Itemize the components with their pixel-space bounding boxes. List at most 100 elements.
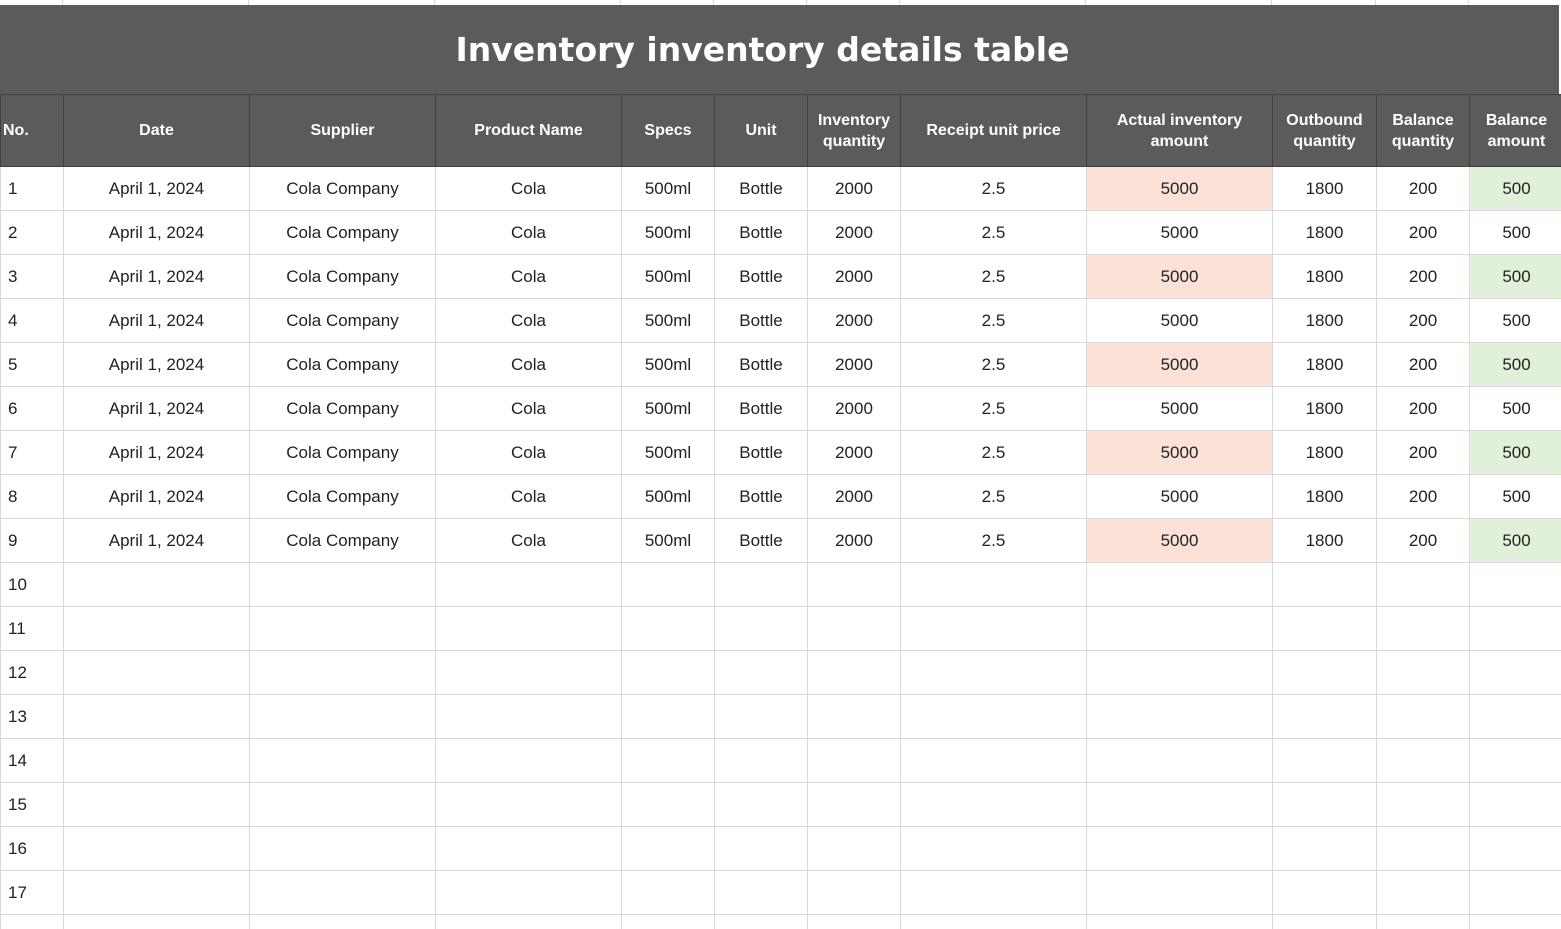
cell-outbound-quantity[interactable]: 1800 bbox=[1272, 342, 1377, 387]
cell-specs[interactable] bbox=[621, 606, 715, 651]
cell-product-name[interactable] bbox=[435, 782, 622, 827]
cell-receipt-unit-price[interactable]: 2.5 bbox=[900, 166, 1087, 211]
cell-no[interactable]: 2 bbox=[0, 210, 64, 255]
cell-receipt-unit-price[interactable] bbox=[900, 738, 1087, 783]
cell-balance-amount[interactable] bbox=[1469, 694, 1561, 739]
cell-receipt-unit-price[interactable] bbox=[900, 694, 1087, 739]
cell-inventory-quantity[interactable]: 2000 bbox=[807, 254, 901, 299]
cell-product-name[interactable]: Cola bbox=[435, 386, 622, 431]
cell-supplier[interactable]: Cola Company bbox=[249, 474, 436, 519]
cell-balance-quantity[interactable]: 200 bbox=[1376, 298, 1470, 343]
cell-actual-inventory-amount[interactable] bbox=[1086, 650, 1273, 695]
cell-receipt-unit-price[interactable]: 2.5 bbox=[900, 254, 1087, 299]
cell-date[interactable] bbox=[63, 650, 250, 695]
cell-no[interactable]: 12 bbox=[0, 650, 64, 695]
cell-supplier[interactable] bbox=[249, 870, 436, 915]
cell-product-name[interactable]: Cola bbox=[435, 474, 622, 519]
cell-no[interactable]: 6 bbox=[0, 386, 64, 431]
cell-product-name[interactable]: Cola bbox=[435, 210, 622, 255]
cell-no[interactable]: 11 bbox=[0, 606, 64, 651]
cell-balance-amount[interactable]: 500 bbox=[1469, 386, 1561, 431]
cell-date[interactable]: April 1, 2024 bbox=[63, 386, 250, 431]
cell-receipt-unit-price[interactable]: 2.5 bbox=[900, 518, 1087, 563]
cell-product-name[interactable]: Cola bbox=[435, 342, 622, 387]
cell-supplier[interactable] bbox=[249, 782, 436, 827]
cell-product-name[interactable] bbox=[435, 870, 622, 915]
cell-unit[interactable]: Bottle bbox=[714, 166, 808, 211]
cell-balance-amount[interactable] bbox=[1469, 782, 1561, 827]
cell-unit[interactable]: Bottle bbox=[714, 342, 808, 387]
cell-supplier[interactable] bbox=[249, 738, 436, 783]
cell-product-name[interactable]: Cola bbox=[435, 518, 622, 563]
cell-no[interactable]: 7 bbox=[0, 430, 64, 475]
cell-no[interactable]: 4 bbox=[0, 298, 64, 343]
cell-unit[interactable]: Bottle bbox=[714, 518, 808, 563]
cell-actual-inventory-amount[interactable] bbox=[1086, 738, 1273, 783]
cell-unit[interactable]: Bottle bbox=[714, 254, 808, 299]
cell-no[interactable]: 13 bbox=[0, 694, 64, 739]
cell-unit[interactable] bbox=[714, 650, 808, 695]
cell-date[interactable] bbox=[63, 606, 250, 651]
cell-receipt-unit-price[interactable]: 2.5 bbox=[900, 298, 1087, 343]
cell-actual-inventory-amount[interactable]: 5000 bbox=[1086, 210, 1273, 255]
cell-actual-inventory-amount[interactable] bbox=[1086, 782, 1273, 827]
cell-inventory-quantity[interactable]: 2000 bbox=[807, 210, 901, 255]
cell-unit[interactable] bbox=[714, 562, 808, 607]
cell-outbound-quantity[interactable] bbox=[1272, 914, 1377, 929]
cell-balance-quantity[interactable] bbox=[1376, 606, 1470, 651]
cell-supplier[interactable]: Cola Company bbox=[249, 386, 436, 431]
cell-outbound-quantity[interactable]: 1800 bbox=[1272, 386, 1377, 431]
cell-product-name[interactable] bbox=[435, 826, 622, 871]
cell-receipt-unit-price[interactable] bbox=[900, 650, 1087, 695]
cell-specs[interactable]: 500ml bbox=[621, 166, 715, 211]
cell-no[interactable]: 1 bbox=[0, 166, 64, 211]
cell-balance-amount[interactable]: 500 bbox=[1469, 254, 1561, 299]
cell-balance-quantity[interactable]: 200 bbox=[1376, 210, 1470, 255]
cell-outbound-quantity[interactable]: 1800 bbox=[1272, 298, 1377, 343]
cell-balance-quantity[interactable]: 200 bbox=[1376, 166, 1470, 211]
header-outbound-quantity[interactable]: Outbound quantity bbox=[1272, 94, 1377, 167]
cell-balance-amount[interactable] bbox=[1469, 738, 1561, 783]
cell-balance-amount[interactable]: 500 bbox=[1469, 518, 1561, 563]
cell-balance-amount[interactable]: 500 bbox=[1469, 166, 1561, 211]
cell-product-name[interactable] bbox=[435, 562, 622, 607]
header-date[interactable]: Date bbox=[63, 94, 250, 167]
cell-balance-amount[interactable] bbox=[1469, 826, 1561, 871]
cell-specs[interactable]: 500ml bbox=[621, 254, 715, 299]
cell-inventory-quantity[interactable] bbox=[807, 694, 901, 739]
cell-actual-inventory-amount[interactable]: 5000 bbox=[1086, 342, 1273, 387]
cell-unit[interactable] bbox=[714, 738, 808, 783]
cell-inventory-quantity[interactable]: 2000 bbox=[807, 518, 901, 563]
cell-actual-inventory-amount[interactable]: 5000 bbox=[1086, 386, 1273, 431]
cell-outbound-quantity[interactable]: 1800 bbox=[1272, 518, 1377, 563]
cell-outbound-quantity[interactable]: 1800 bbox=[1272, 166, 1377, 211]
cell-inventory-quantity[interactable] bbox=[807, 606, 901, 651]
cell-date[interactable]: April 1, 2024 bbox=[63, 298, 250, 343]
cell-date[interactable]: April 1, 2024 bbox=[63, 518, 250, 563]
cell-supplier[interactable] bbox=[249, 650, 436, 695]
cell-receipt-unit-price[interactable]: 2.5 bbox=[900, 474, 1087, 519]
cell-balance-quantity[interactable] bbox=[1376, 650, 1470, 695]
cell-date[interactable] bbox=[63, 826, 250, 871]
cell-unit[interactable] bbox=[714, 606, 808, 651]
cell-outbound-quantity[interactable] bbox=[1272, 782, 1377, 827]
cell-inventory-quantity[interactable]: 2000 bbox=[807, 342, 901, 387]
cell-supplier[interactable] bbox=[249, 914, 436, 929]
cell-balance-quantity[interactable]: 200 bbox=[1376, 430, 1470, 475]
cell-balance-quantity[interactable] bbox=[1376, 782, 1470, 827]
cell-product-name[interactable] bbox=[435, 738, 622, 783]
cell-product-name[interactable]: Cola bbox=[435, 430, 622, 475]
cell-supplier[interactable] bbox=[249, 562, 436, 607]
cell-supplier[interactable]: Cola Company bbox=[249, 298, 436, 343]
cell-product-name[interactable] bbox=[435, 914, 622, 929]
cell-date[interactable] bbox=[63, 694, 250, 739]
cell-no[interactable]: 17 bbox=[0, 870, 64, 915]
header-balance-quantity[interactable]: Balance quantity bbox=[1376, 94, 1470, 167]
cell-receipt-unit-price[interactable] bbox=[900, 606, 1087, 651]
cell-date[interactable]: April 1, 2024 bbox=[63, 430, 250, 475]
cell-product-name[interactable] bbox=[435, 606, 622, 651]
cell-specs[interactable] bbox=[621, 782, 715, 827]
header-balance-amount[interactable]: Balance amount bbox=[1469, 94, 1561, 167]
cell-actual-inventory-amount[interactable] bbox=[1086, 870, 1273, 915]
cell-receipt-unit-price[interactable]: 2.5 bbox=[900, 430, 1087, 475]
